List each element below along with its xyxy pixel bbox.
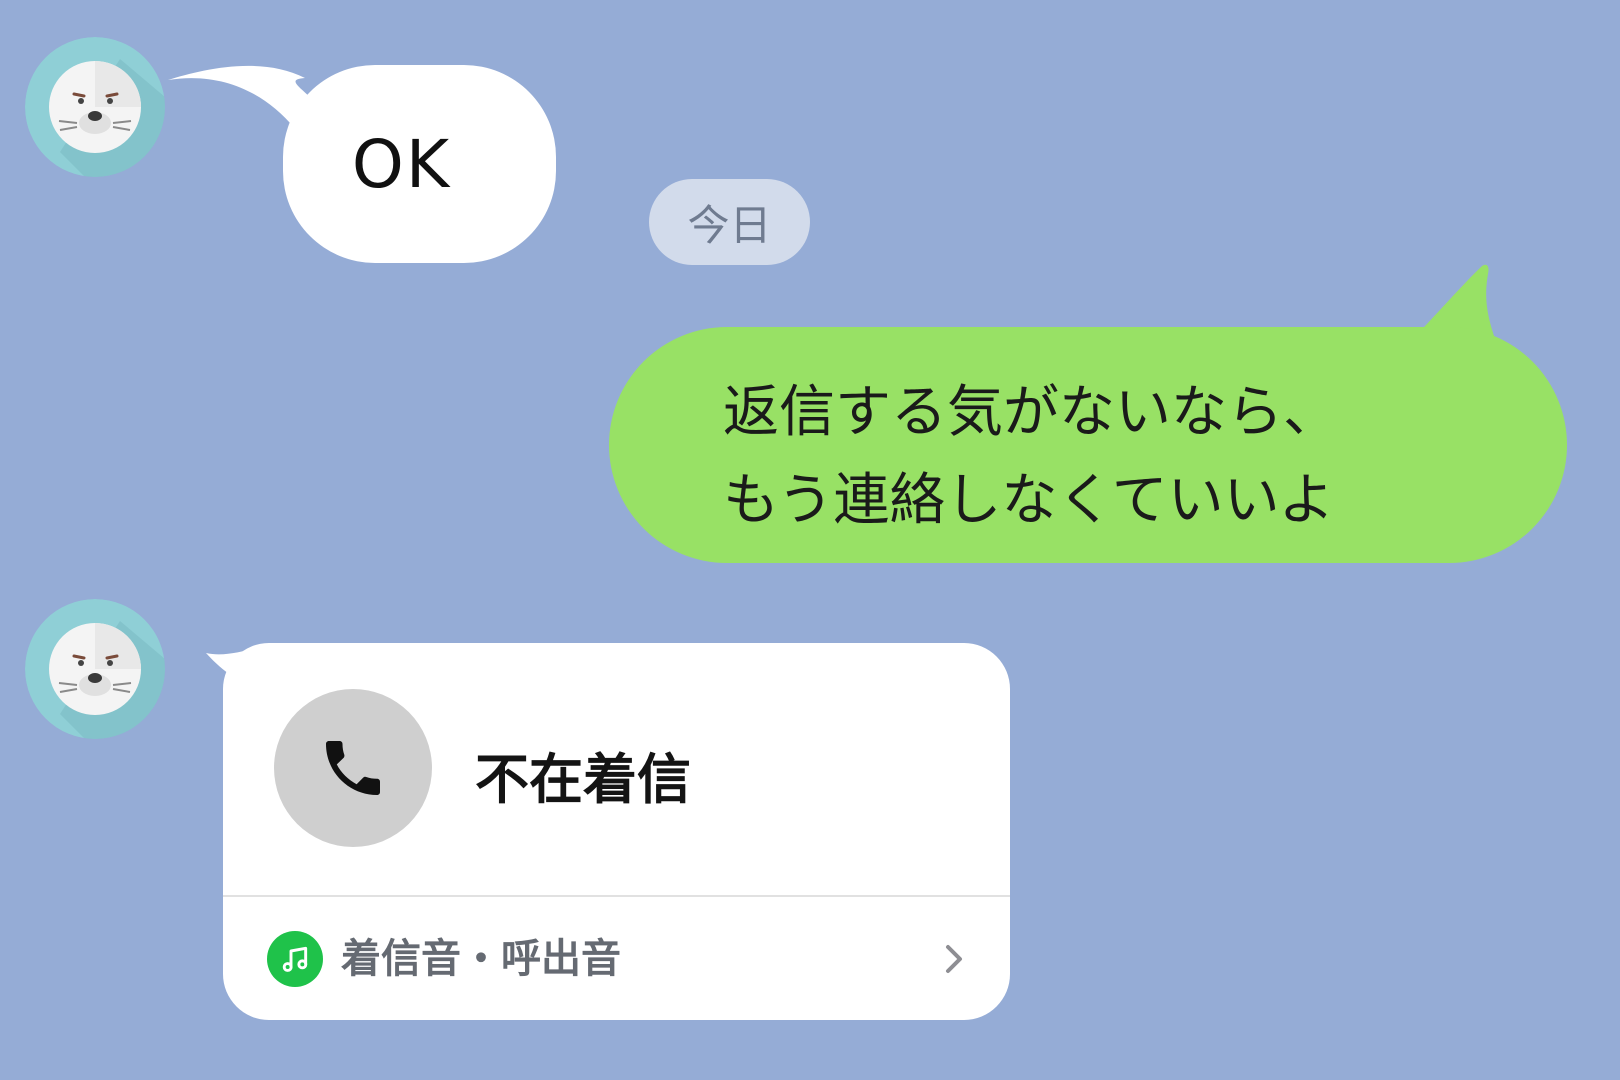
ringtone-label: 着信音・呼出音: [341, 936, 621, 982]
outgoing-message-bubble[interactable]: 返信する気がないなら、 もう連絡しなくていいよ: [609, 327, 1567, 563]
message-line: もう連絡しなくていいよ: [723, 468, 1335, 533]
phone-icon: [326, 741, 380, 795]
message-text: OK: [351, 125, 452, 203]
message-line: 返信する気がないなら、: [723, 380, 1339, 445]
incoming-message-bubble[interactable]: OK: [283, 65, 556, 263]
missed-call-header[interactable]: 不在着信: [223, 643, 1010, 895]
avatar[interactable]: [25, 37, 165, 177]
seal-avatar-icon: [25, 37, 165, 177]
seal-avatar-icon: [25, 599, 165, 739]
music-note-icon: [267, 931, 323, 987]
ringtone-link[interactable]: 着信音・呼出音: [223, 897, 1010, 1020]
date-separator: 今日: [649, 179, 810, 265]
avatar[interactable]: [25, 599, 165, 739]
missed-call-title: 不在着信: [475, 748, 691, 811]
chevron-right-icon: [946, 945, 962, 973]
missed-call-card[interactable]: 不在着信 着信音・呼出音: [223, 643, 1010, 1020]
call-icon-circle: [274, 689, 432, 847]
